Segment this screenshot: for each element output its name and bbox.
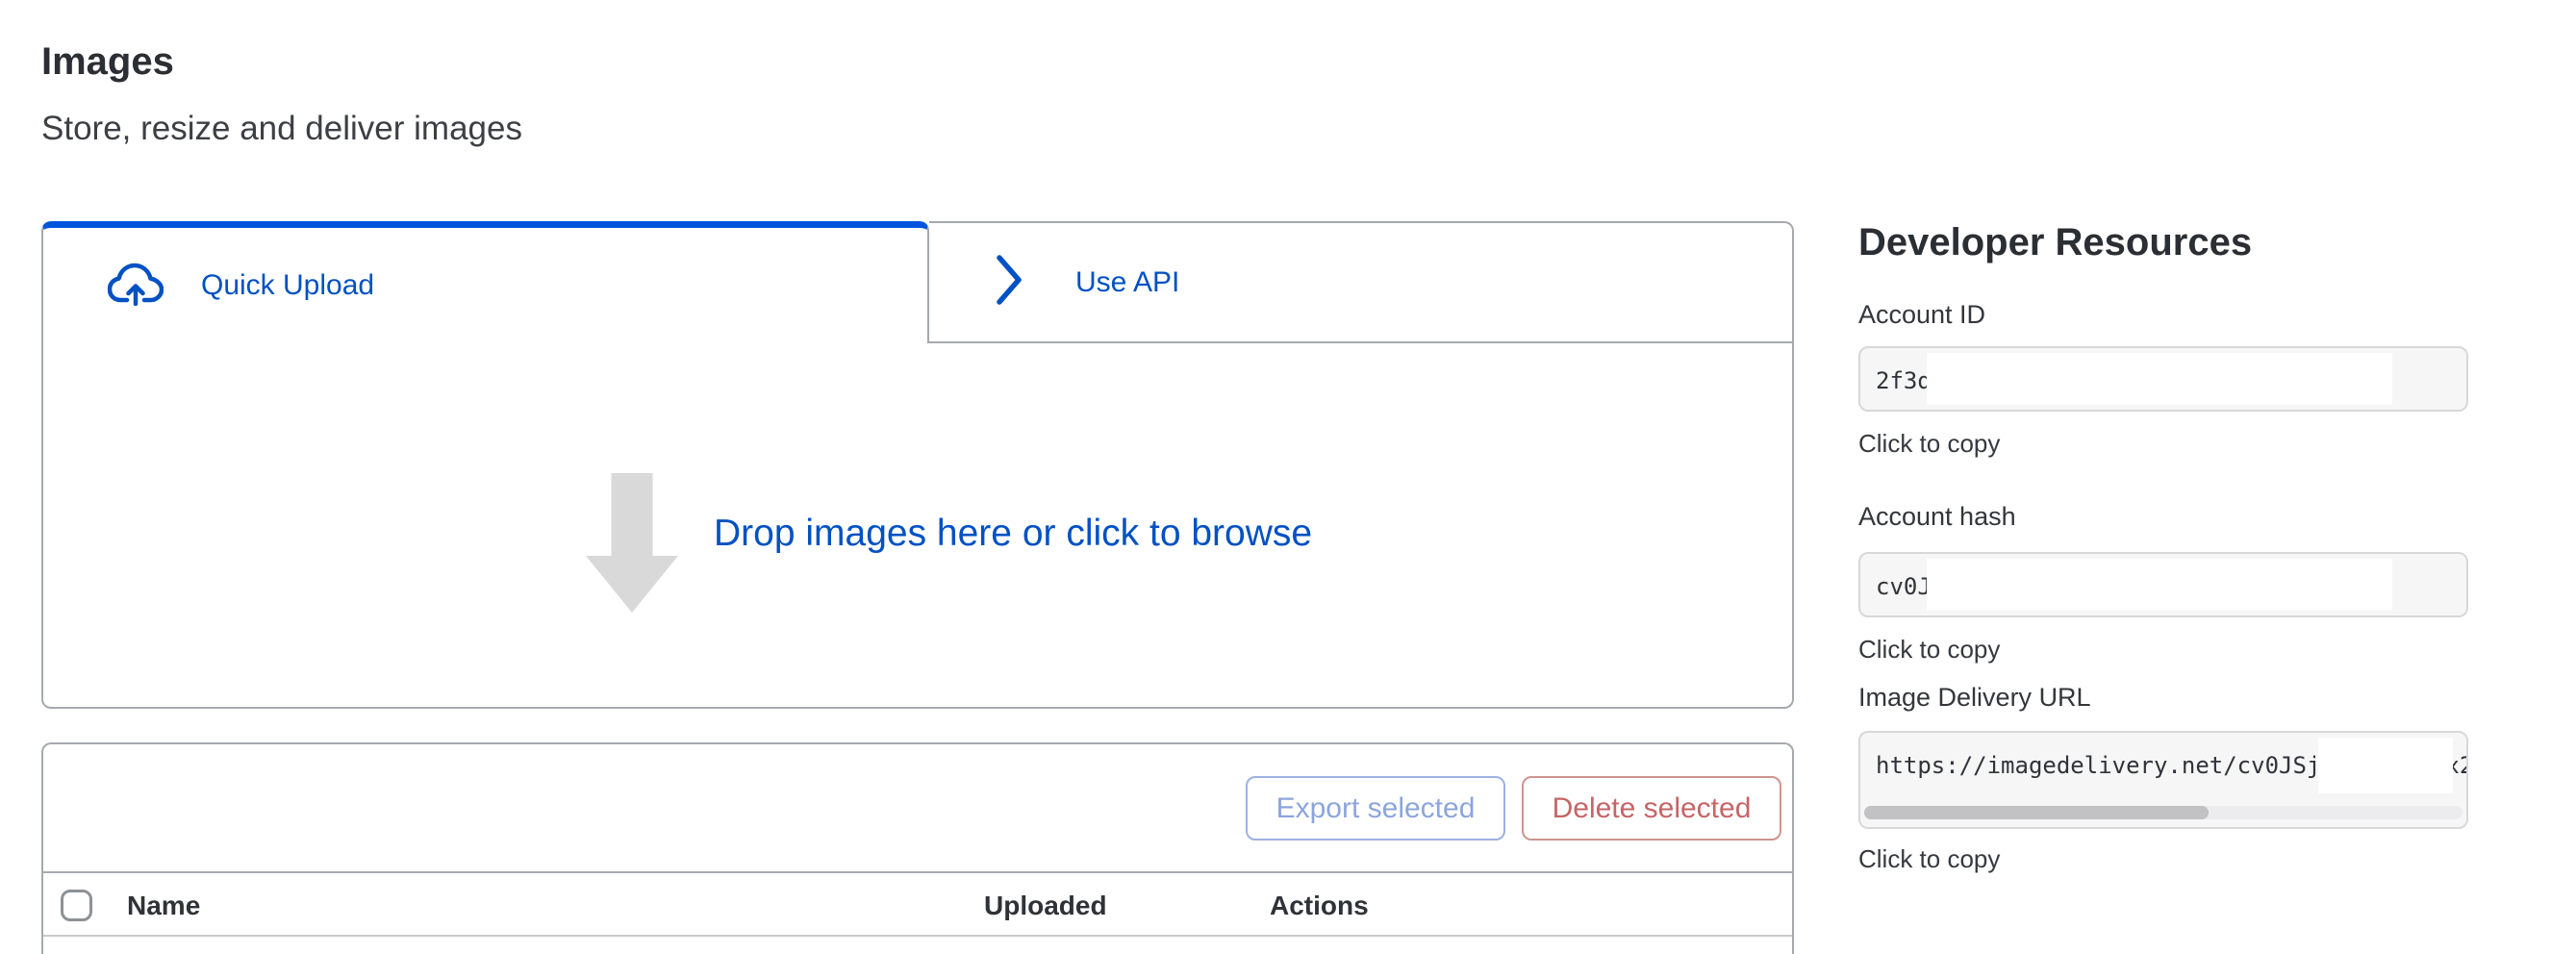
account-id-field[interactable]: 2f3d xyxy=(1858,346,2468,412)
account-hash-value: cv0J xyxy=(1876,573,1932,600)
table-header-row: Name Uploaded Actions xyxy=(43,871,1792,937)
export-selected-button[interactable]: Export selected xyxy=(1246,776,1505,841)
redaction-overlay xyxy=(2318,738,2453,793)
drop-zone-text: Drop images here or click to browse xyxy=(714,513,1312,555)
column-header-uploaded: Uploaded xyxy=(984,891,1107,921)
column-header-actions: Actions xyxy=(1270,891,1369,921)
images-list-panel: Export selected Delete selected Name Upl… xyxy=(41,742,1794,954)
cloud-upload-icon xyxy=(108,262,164,311)
tab-quick-upload-label: Quick Upload xyxy=(201,269,374,302)
account-hash-label: Account hash xyxy=(1858,502,2016,532)
account-id-copy-hint: Click to copy xyxy=(1858,429,2000,459)
tab-use-api-label: Use API xyxy=(1075,266,1179,299)
tab-quick-upload[interactable]: Quick Upload xyxy=(41,221,929,343)
tab-use-api[interactable]: Use API xyxy=(929,221,1794,343)
horizontal-scrollbar-thumb[interactable] xyxy=(1864,806,2209,819)
image-delivery-url-field[interactable]: https://imagedelivery.net/cv0JSjxxxxxxxx… xyxy=(1858,731,2468,829)
arrow-down-icon xyxy=(586,473,678,613)
account-id-value: 2f3d xyxy=(1876,367,1932,394)
redaction-overlay xyxy=(1927,559,2392,611)
account-hash-field[interactable]: cv0J xyxy=(1858,552,2468,617)
image-delivery-url-copy-hint: Click to copy xyxy=(1858,844,2000,874)
column-header-name: Name xyxy=(127,891,200,921)
chevron-right-icon xyxy=(996,254,1023,311)
select-all-checkbox[interactable] xyxy=(61,890,92,921)
image-drop-zone[interactable]: Drop images here or click to browse xyxy=(41,343,1794,709)
delete-selected-button[interactable]: Delete selected xyxy=(1522,776,1781,841)
page-subtitle: Store, resize and deliver images xyxy=(41,110,522,148)
page-title: Images xyxy=(41,40,174,84)
account-id-label: Account ID xyxy=(1858,300,1985,330)
image-delivery-url-label: Image Delivery URL xyxy=(1858,683,2091,713)
redaction-overlay xyxy=(1927,353,2392,405)
sidebar-title: Developer Resources xyxy=(1858,221,2252,264)
account-hash-copy-hint: Click to copy xyxy=(1858,635,2000,665)
horizontal-scrollbar xyxy=(1864,806,2462,819)
upload-tabs: Quick Upload Use API xyxy=(41,221,1794,343)
